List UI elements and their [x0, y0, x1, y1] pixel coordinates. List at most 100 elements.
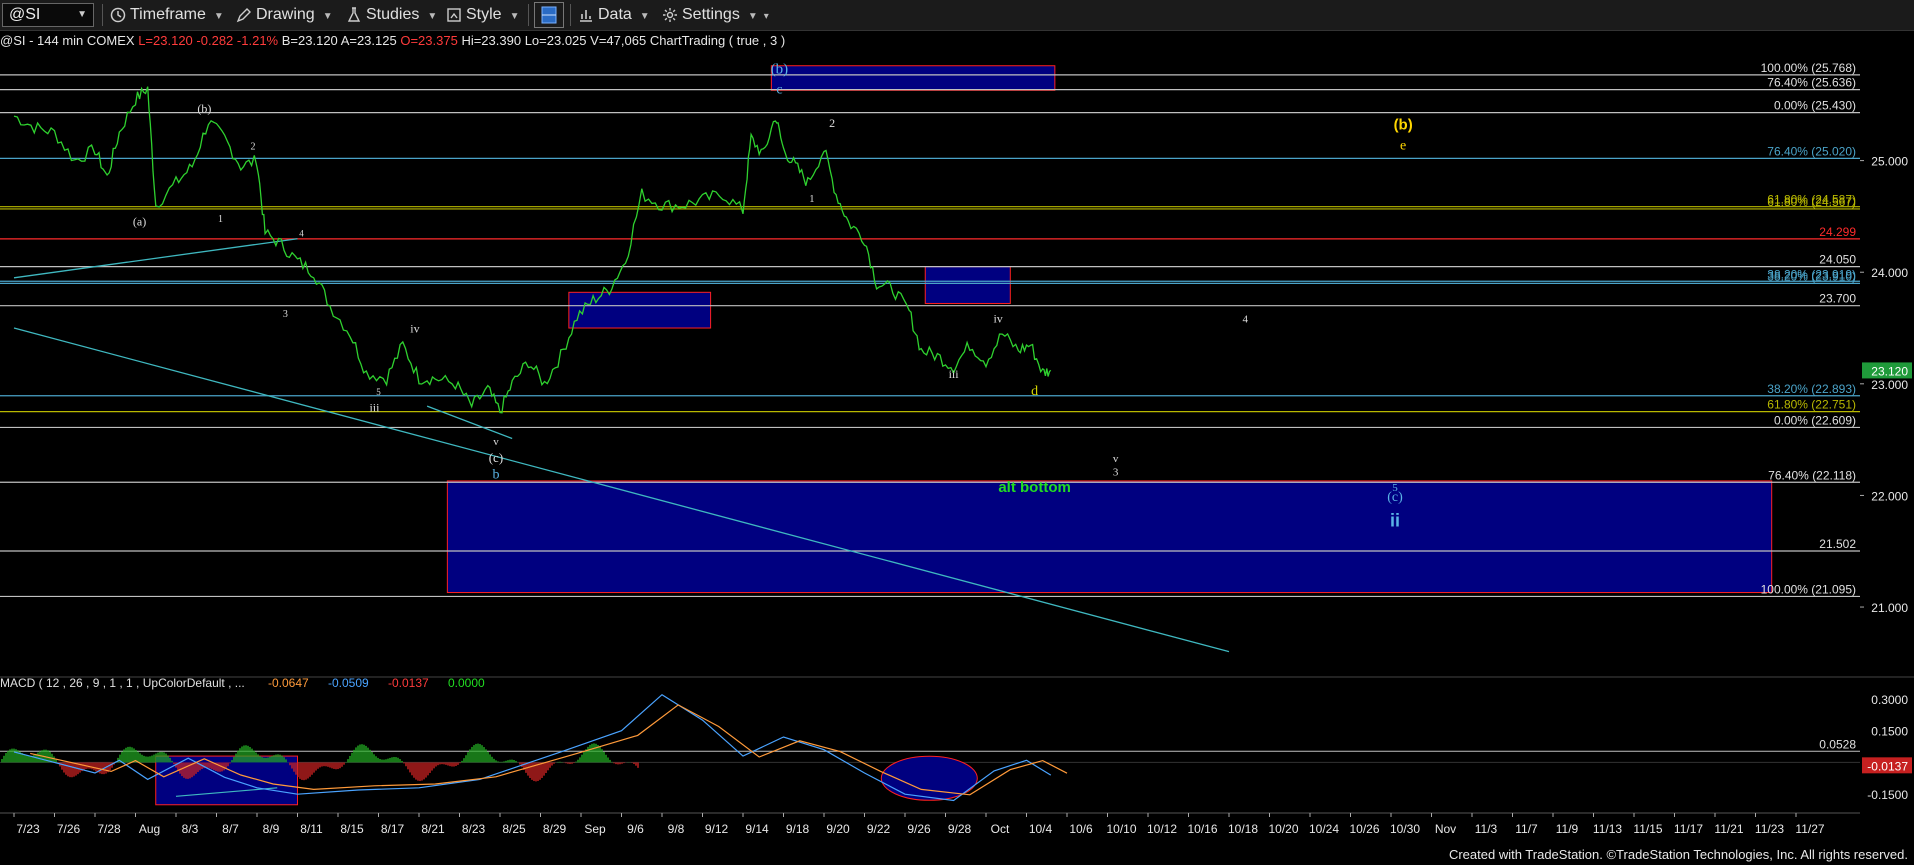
x-tick-label: 11/7 — [1515, 822, 1538, 836]
macd-last-label: -0.0137 — [1867, 759, 1908, 773]
studies-menu[interactable]: Studies ▼ — [346, 3, 437, 27]
exchange: COMEX — [86, 33, 135, 48]
layout-button[interactable] — [534, 2, 564, 28]
wave-label: iv — [993, 311, 1002, 325]
wave-label: 1 — [809, 193, 815, 205]
fib-level-label: 21.502 — [1819, 537, 1856, 551]
wave-label: 4 — [1242, 313, 1248, 325]
bid-price: B=23.120 — [281, 33, 338, 48]
x-tick-label: Sep — [584, 822, 606, 836]
wave-label: (a) — [133, 214, 146, 228]
chevron-down-icon[interactable]: ▼ — [77, 4, 87, 26]
wave-label: v — [493, 436, 499, 448]
fib-level-label: 76.40% (25.020) — [1767, 144, 1856, 158]
fib-level-label: 61.80% (24.567) — [1767, 195, 1856, 209]
wave-label: 2 — [250, 141, 255, 152]
caret-down-icon: ▼ — [509, 11, 520, 22]
x-tick-label: 10/10 — [1106, 822, 1136, 836]
fib-level-label: 0.00% (22.609) — [1774, 413, 1856, 427]
x-tick-label: Nov — [1435, 822, 1456, 836]
drawing-label: Drawing — [256, 6, 315, 23]
x-tick-label: 10/12 — [1147, 822, 1177, 836]
fib-level-label: 23.700 — [1819, 292, 1856, 306]
x-tick-label: 9/18 — [786, 822, 810, 836]
low-price: Lo=23.025 — [524, 33, 587, 48]
x-tick-label: 7/23 — [16, 822, 40, 836]
charttrading-study: ChartTrading ( true , 3 ) — [649, 33, 786, 48]
fib-level-label: 76.40% (22.118) — [1768, 468, 1856, 482]
x-tick-label: 10/4 — [1029, 822, 1053, 836]
toolbar-divider — [102, 4, 103, 26]
x-tick-label: 9/12 — [705, 822, 729, 836]
trendline-1 — [13, 238, 298, 279]
style-label: Style — [466, 6, 502, 23]
x-tick-label: 9/6 — [627, 822, 644, 836]
x-tick-label: 9/26 — [907, 822, 931, 836]
caret-down-icon: ▼ — [213, 11, 224, 22]
drawing-menu[interactable]: Drawing ▼ — [236, 3, 333, 27]
data-menu[interactable]: Data ▼ — [578, 3, 650, 27]
y-tick-label: 25.000 — [1871, 155, 1908, 169]
symbol-input[interactable]: @SI ▼ — [2, 3, 94, 27]
macd-header-value: -0.0509 — [328, 676, 369, 690]
caret-down-icon: ▼ — [427, 11, 438, 22]
price-chart[interactable]: 100.00% (25.768)76.40% (25.636) 0.00% (25… — [0, 49, 1914, 844]
timeframe-menu[interactable]: Timeframe ▼ — [110, 3, 224, 27]
quote-infoline: @SI - 144 min COMEX L=23.120 -0.282 -1.2… — [0, 33, 785, 49]
wave-label: 4 — [299, 229, 304, 239]
timeframe-label: Timeframe — [130, 6, 206, 23]
wave-label: 3 — [1113, 466, 1119, 478]
settings-label: Settings — [682, 6, 740, 23]
target-zone-4 — [446, 480, 1773, 594]
wave-label: b — [492, 468, 499, 483]
style-icon — [447, 8, 461, 22]
bar-chart-icon — [580, 9, 592, 22]
wave-label: c — [776, 83, 782, 98]
symbol-interval: @SI - 144 min — [0, 33, 84, 48]
settings-menu[interactable]: Settings ▼ ▾ — [662, 3, 769, 27]
symbol-value: @SI — [9, 6, 41, 23]
x-tick-label: 8/25 — [502, 822, 526, 836]
y-tick-label: 21.000 — [1871, 601, 1908, 615]
fib-level-label: 61.80% (22.751) — [1767, 398, 1856, 412]
caret-down-icon: ▾ — [763, 11, 769, 22]
x-tick-label: 11/17 — [1674, 822, 1703, 836]
x-tick-label: 9/20 — [826, 822, 850, 836]
x-tick-label: 11/15 — [1633, 822, 1662, 836]
x-tick-label: 11/23 — [1755, 822, 1784, 836]
wave-label: ii — [1390, 511, 1400, 531]
fib-level-label: 24.050 — [1819, 253, 1856, 267]
data-label: Data — [598, 6, 632, 23]
fib-level-label: 0.00% (25.430) — [1774, 99, 1856, 113]
open-price: O=23.375 — [400, 33, 458, 48]
wave-label: (b) — [197, 102, 211, 116]
wave-label: d — [1031, 384, 1038, 399]
macd-header-value: -0.0647 — [268, 676, 309, 690]
layout-icon — [541, 6, 557, 24]
x-tick-label: 8/17 — [381, 822, 405, 836]
wave-label: iii — [369, 401, 380, 415]
macd-title: MACD ( 12 , 26 , 9 , 1 , 1 , UpColorDefa… — [0, 676, 245, 690]
macd-y-tick-label: -0.1500 — [1867, 788, 1908, 802]
gear-icon — [663, 7, 677, 22]
wave-label: (c) — [1387, 490, 1403, 505]
target-zone-1 — [770, 65, 1056, 91]
style-menu[interactable]: Style ▼ — [446, 3, 519, 27]
pct-change: -1.21% — [236, 33, 279, 48]
x-tick-label: 11/27 — [1795, 822, 1824, 836]
y-tick-label: 23.000 — [1871, 378, 1908, 392]
x-tick-label: 9/8 — [668, 822, 685, 836]
wave-label: e — [1400, 138, 1406, 153]
copyright-footer: Created with TradeStation. ©TradeStation… — [1448, 847, 1908, 862]
x-tick-label: 8/9 — [263, 822, 280, 836]
ask-price: A=23.125 — [340, 33, 397, 48]
caret-down-icon: ▼ — [747, 11, 758, 22]
x-tick-label: 10/30 — [1390, 822, 1420, 836]
wave-label: iii — [949, 367, 960, 381]
wave-label: iv — [410, 321, 419, 335]
volume: V=47,065 — [590, 33, 647, 48]
wave-label: 5 — [376, 387, 381, 397]
fib-level-label: 24.299 — [1819, 225, 1856, 239]
x-tick-label: 11/21 — [1714, 822, 1743, 836]
x-tick-label: 9/22 — [867, 822, 891, 836]
